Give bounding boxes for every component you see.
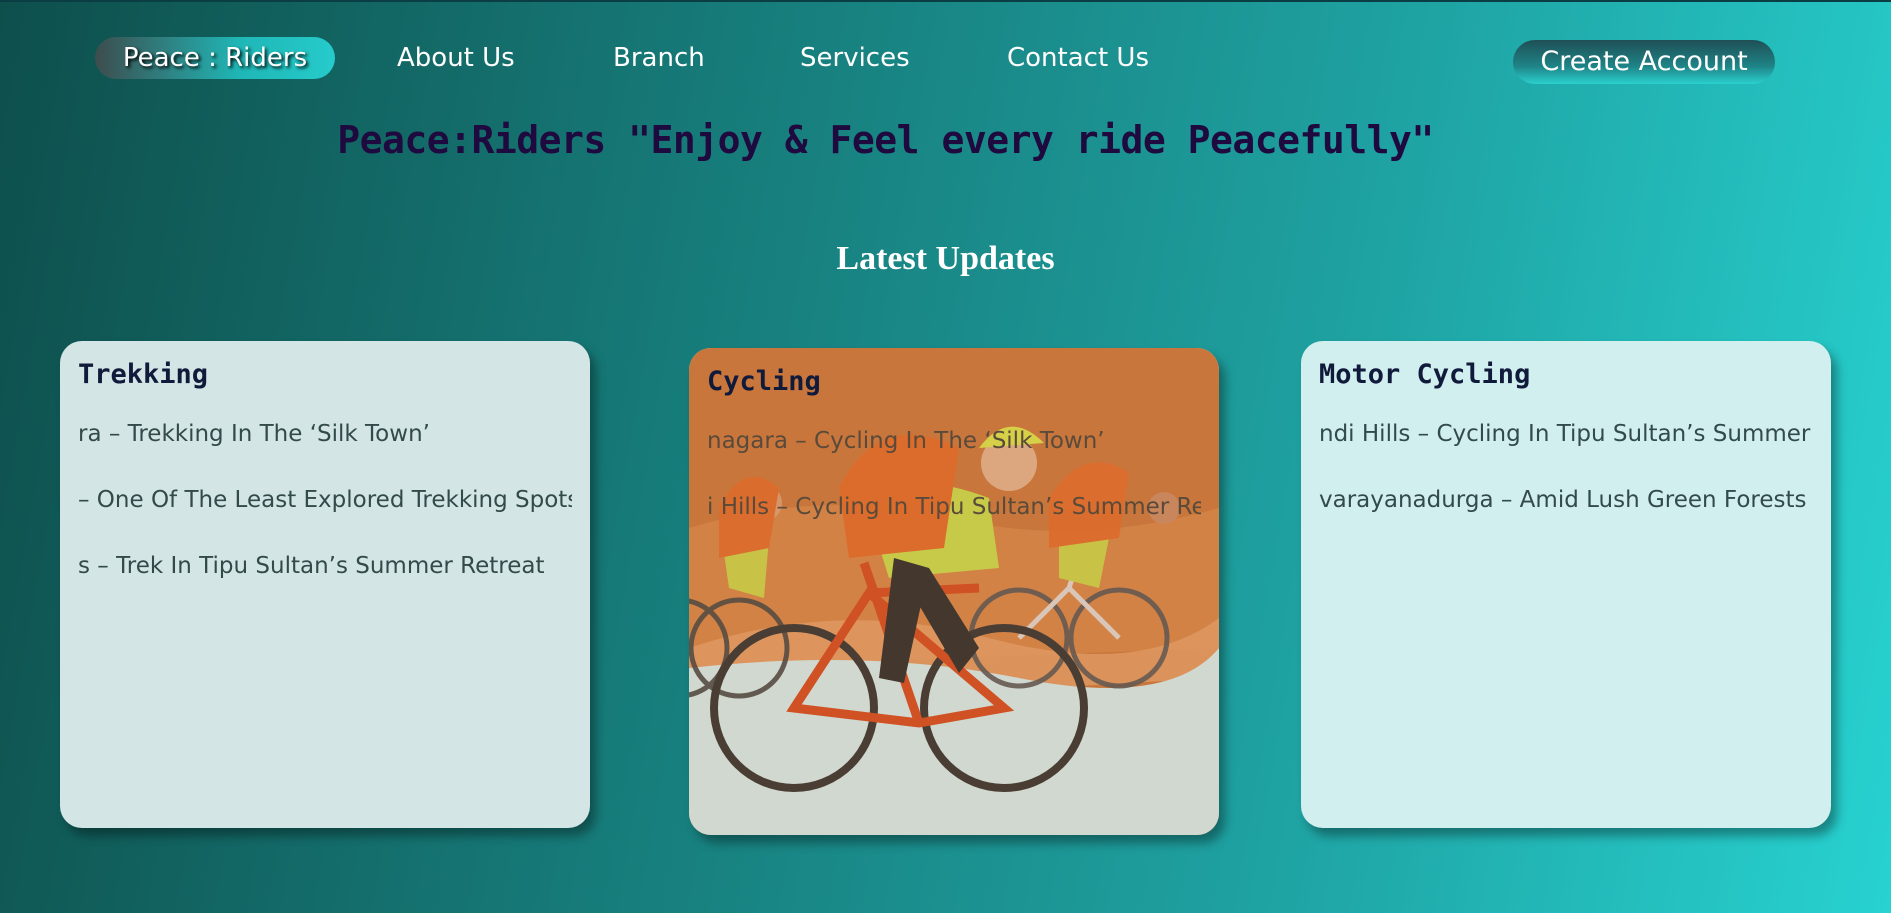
card-update-item[interactable]: varayanadurga – Amid Lush Green Forests … xyxy=(1319,487,1813,513)
card-update-item[interactable]: i Hills – Cycling In Tipu Sultan’s Summe… xyxy=(707,494,1201,520)
card-update-item[interactable]: ra – Trekking In The ‘Silk Town’ xyxy=(78,421,572,447)
tagline: Peace:Riders "Enjoy & Feel every ride Pe… xyxy=(337,118,1434,162)
card-update-item[interactable]: ndi Hills – Cycling In Tipu Sultan’s Sum… xyxy=(1319,421,1813,447)
nav-link-contact-us[interactable]: Contact Us xyxy=(1007,37,1149,79)
image-overlay xyxy=(689,348,1219,835)
card-title: Cycling xyxy=(707,366,821,397)
brand-link[interactable]: Peace : Riders xyxy=(95,37,335,79)
card-title: Trekking xyxy=(78,359,209,390)
card-update-item[interactable]: – One Of The Least Explored Trekking Spo… xyxy=(78,487,572,513)
update-card-trekking[interactable]: Trekking ra – Trekking In The ‘Silk Town… xyxy=(60,341,590,828)
create-account-button[interactable]: Create Account xyxy=(1513,40,1775,84)
nav-link-about-us[interactable]: About Us xyxy=(397,37,515,79)
nav-link-services[interactable]: Services xyxy=(800,37,910,79)
top-navigation: Peace : Riders About Us Branch Services … xyxy=(0,37,1891,84)
card-update-item[interactable]: s – Trek In Tipu Sultan’s Summer Retreat xyxy=(78,553,572,579)
card-update-item[interactable]: nagara – Cycling In The ‘Silk Town’ xyxy=(707,428,1201,454)
top-border xyxy=(0,0,1891,2)
update-card-motor-cycling[interactable]: Motor Cycling ndi Hills – Cycling In Tip… xyxy=(1301,341,1831,828)
card-title: Motor Cycling xyxy=(1319,359,1531,390)
update-card-cycling[interactable]: Cycling nagara – Cycling In The ‘Silk To… xyxy=(689,348,1219,835)
section-title: Latest Updates xyxy=(836,240,1055,277)
nav-link-branch[interactable]: Branch xyxy=(613,37,705,79)
